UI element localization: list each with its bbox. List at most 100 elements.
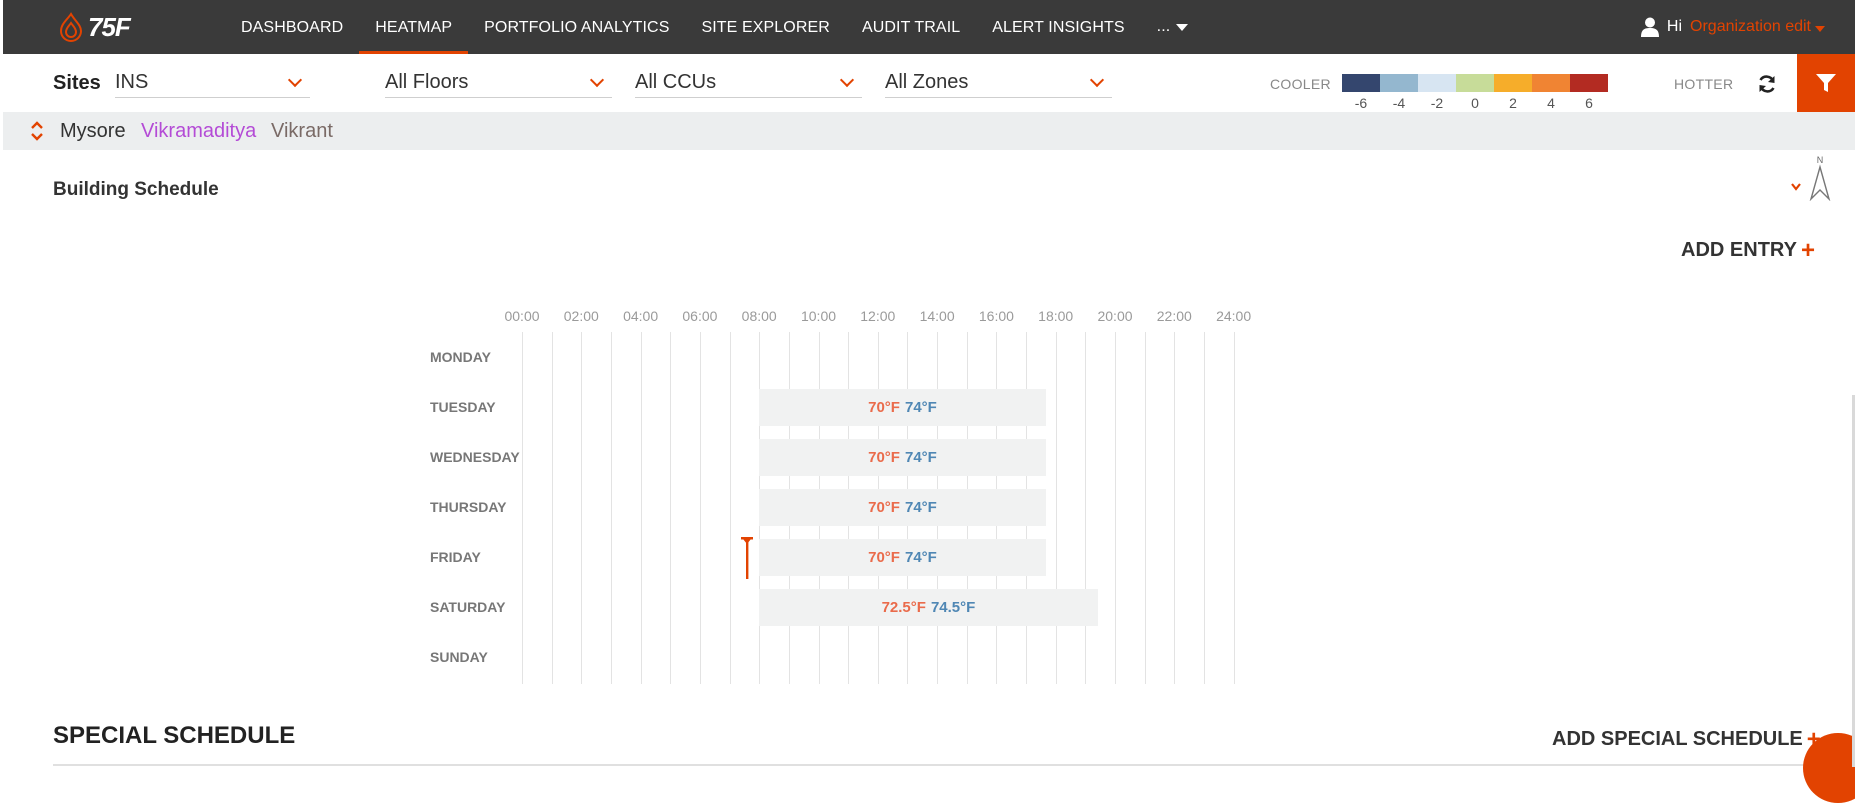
heating-setpoint: 70°F: [868, 449, 900, 466]
nav-item-portfolio-analytics[interactable]: PORTFOLIO ANALYTICS: [468, 0, 685, 54]
expand-collapse-icon[interactable]: [29, 120, 45, 142]
hour-grid-line: [699, 332, 701, 684]
nav-item-audit-trail[interactable]: AUDIT TRAIL: [846, 0, 976, 54]
legend-tick-label: 6: [1585, 95, 1593, 111]
hour-label: 04:00: [623, 308, 659, 324]
add-special-schedule-button[interactable]: ADD SPECIAL SCHEDULE +: [1552, 727, 1821, 751]
collapse-section-icon[interactable]: [1790, 181, 1802, 193]
chevron-down-icon: [1089, 72, 1105, 87]
ccu-select-value: All CCUs: [635, 71, 717, 93]
day-label-saturday: SATURDAY: [430, 599, 506, 615]
add-special-schedule-label: ADD SPECIAL SCHEDULE: [1552, 728, 1803, 750]
day-label-tuesday: TUESDAY: [430, 399, 496, 415]
plus-icon: +: [1800, 236, 1815, 264]
nav-more-menu[interactable]: ...: [1141, 0, 1205, 54]
schedule-entry[interactable]: 72.5°F 74.5°F: [759, 589, 1098, 626]
cooling-setpoint: 74°F: [904, 449, 937, 466]
legend-swatch: [1494, 74, 1532, 92]
hour-grid-line: [522, 332, 523, 684]
chevron-down-icon: [287, 72, 303, 87]
schedule-entry[interactable]: 70°F 74°F: [759, 389, 1046, 426]
chevron-down-icon: [589, 72, 605, 87]
legend-swatch: [1456, 74, 1494, 92]
special-schedule-title: SPECIAL SCHEDULE: [53, 722, 296, 749]
site-tab-mysore[interactable]: Mysore: [60, 120, 126, 143]
brand-name: 75F: [88, 11, 131, 42]
site-tab-vikrant[interactable]: Vikrant: [271, 120, 333, 143]
cooling-setpoint: 74°F: [904, 499, 937, 516]
legend-tick-label: 0: [1471, 95, 1479, 111]
legend-tick-label: 4: [1547, 95, 1555, 111]
heating-setpoint: 70°F: [868, 499, 900, 516]
day-label-monday: MONDAY: [430, 349, 491, 365]
hour-label: 20:00: [1097, 308, 1133, 324]
refresh-icon: [1759, 75, 1775, 93]
cooling-setpoint: 74°F: [904, 549, 937, 566]
cooling-setpoint: 74.5°F: [930, 599, 976, 616]
hour-grid-line: [610, 332, 612, 684]
hour-label: 10:00: [800, 308, 837, 324]
heating-setpoint: 72.5°F: [881, 599, 926, 616]
site-tab-bar: Mysore Vikramaditya Vikrant: [3, 112, 1855, 150]
nav-item-alert-insights[interactable]: ALERT INSIGHTS: [976, 0, 1140, 54]
nav-item-dashboard[interactable]: DASHBOARD: [225, 0, 359, 54]
hour-label: 14:00: [919, 308, 955, 324]
hour-label: 22:00: [1156, 308, 1192, 324]
schedule-entry[interactable]: 70°F 74°F: [759, 539, 1046, 576]
section-divider: [53, 764, 1833, 766]
legend-tick-label: -4: [1392, 95, 1406, 111]
schedule-entry[interactable]: 70°F 74°F: [759, 439, 1046, 476]
user-menu[interactable]: Hi Organization edit: [1640, 0, 1825, 54]
user-icon: [1640, 17, 1659, 37]
add-entry-button[interactable]: ADD ENTRY +: [1681, 236, 1815, 264]
floor-select[interactable]: All Floors: [385, 68, 612, 98]
hour-grid-line: [1055, 332, 1057, 684]
organization-name: Organization edit: [1690, 18, 1811, 35]
refresh-button[interactable]: [1753, 70, 1781, 98]
zone-select[interactable]: All Zones: [885, 68, 1112, 98]
site-select-value: INS: [115, 71, 149, 93]
caret-down-icon: [1815, 26, 1825, 32]
legend-tick-label: -2: [1430, 95, 1444, 111]
hour-grid-line: [1085, 332, 1087, 684]
hour-label: 06:00: [682, 308, 718, 324]
site-select[interactable]: INS: [115, 68, 310, 98]
heating-setpoint: 70°F: [868, 399, 900, 416]
legend-swatch: [1418, 74, 1456, 92]
cooling-setpoint: 74°F: [904, 399, 937, 416]
hour-grid-line: [1174, 332, 1176, 684]
day-label-sunday: SUNDAY: [430, 649, 488, 665]
main-nav: DASHBOARD HEATMAP PORTFOLIO ANALYTICS SITE …: [225, 0, 1204, 54]
filter-bar: Sites INS All Floors All CCUs All Zones …: [3, 54, 1855, 112]
brand-logo[interactable]: 75F: [58, 11, 131, 43]
top-navigation-bar: 75F DASHBOARD HEATMAP PORTFOLIO ANALYTICS S…: [3, 0, 1855, 54]
organization-dropdown[interactable]: Organization edit: [1690, 18, 1825, 36]
heating-setpoint: 70°F: [868, 549, 900, 566]
filter-button[interactable]: [1797, 54, 1855, 112]
site-tab-vikramaditya[interactable]: Vikramaditya: [141, 120, 256, 143]
filter-icon: [1816, 74, 1836, 92]
hour-label: 18:00: [1038, 308, 1074, 324]
nav-item-heatmap[interactable]: HEATMAP: [359, 0, 468, 54]
building-schedule-title: Building Schedule: [53, 179, 219, 200]
ccu-select[interactable]: All CCUs: [635, 68, 862, 98]
user-greeting: Hi: [1666, 18, 1683, 35]
hour-label: 24:00: [1216, 308, 1252, 324]
legend-tick-label: -6: [1354, 95, 1368, 111]
schedule-entry[interactable]: 70°F 74°F: [759, 489, 1046, 526]
legend-swatch: [1342, 74, 1380, 92]
hour-grid-line: [1144, 332, 1146, 684]
hour-grid-line: [1203, 332, 1205, 684]
hour-grid-line: [1233, 332, 1235, 684]
legend-swatch: [1380, 74, 1418, 92]
caret-down-icon: [1176, 23, 1189, 31]
hour-grid-line: [1115, 332, 1116, 684]
hour-label: 00:00: [504, 308, 540, 324]
north-arrow-icon: N: [1809, 155, 1831, 201]
hour-grid-line: [729, 332, 731, 684]
temperature-legend: [1342, 74, 1608, 92]
day-label-friday: FRIDAY: [430, 549, 481, 565]
nav-item-site-explorer[interactable]: SITE EXPLORER: [685, 0, 845, 54]
add-entry-label: ADD ENTRY: [1681, 239, 1797, 261]
hour-label: 16:00: [978, 308, 1014, 324]
